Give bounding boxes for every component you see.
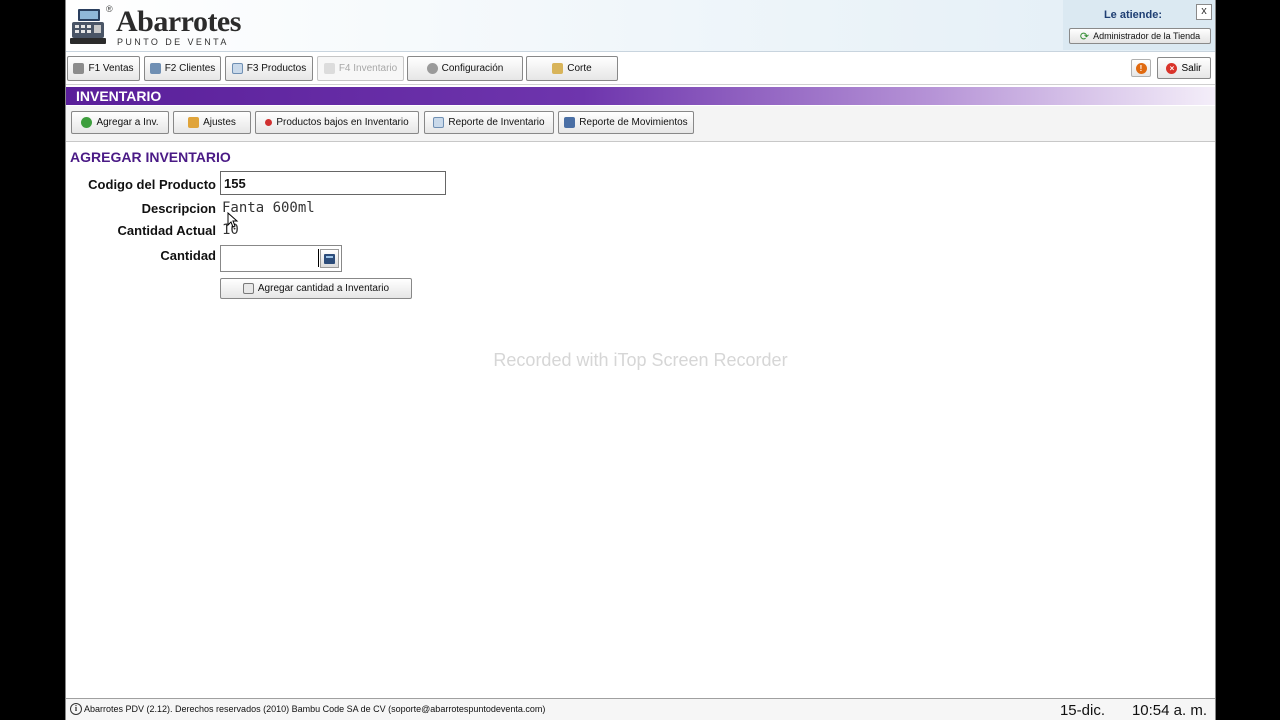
app-window: ® Abarrotes PUNTO DE VENTA Le atiende: x… xyxy=(65,0,1216,720)
sub-toolbar: Agregar a Inv. Ajustes Productos bajos e… xyxy=(66,106,1215,142)
nav-corte-label: Corte xyxy=(567,63,592,74)
low-stock-button[interactable]: Productos bajos en Inventario xyxy=(255,111,419,134)
footer-time: 10:54 a. m. xyxy=(1131,702,1207,719)
main-nav: F1 Ventas F2 Clientes F3 Productos F4 In… xyxy=(66,53,1215,85)
products-icon xyxy=(231,63,243,74)
calculator-icon xyxy=(324,253,335,264)
cut-icon xyxy=(552,63,564,74)
attendant-button[interactable]: ⟳ Administrador de la Tienda xyxy=(1069,28,1211,44)
nav-inventario-label: F4 Inventario xyxy=(338,63,398,74)
nav-ventas-label: F1 Ventas xyxy=(88,63,134,74)
nav-clientes-button[interactable]: F2 Clientes xyxy=(144,56,221,81)
inventory-icon xyxy=(323,63,335,74)
nav-inventario-button[interactable]: F4 Inventario xyxy=(317,56,404,81)
refresh-icon: ⟳ xyxy=(1079,30,1090,43)
movements-report-button[interactable]: Reporte de Movimientos xyxy=(558,111,694,134)
attendant-label: Le atiende: xyxy=(1103,9,1163,21)
description-label: Descripcion xyxy=(141,201,216,216)
nav-productos-label: F3 Productos xyxy=(246,63,307,74)
section-title: INVENTARIO xyxy=(76,88,162,104)
quantity-input[interactable] xyxy=(223,248,319,269)
logo-subtitle: PUNTO DE VENTA xyxy=(117,37,229,47)
low-stock-label: Productos bajos en Inventario xyxy=(276,117,409,128)
header: ® Abarrotes PUNTO DE VENTA Le atiende: x… xyxy=(66,0,1215,52)
registered-mark: ® xyxy=(106,4,113,14)
logout-icon: × xyxy=(1166,62,1178,74)
nav-ventas-button[interactable]: F1 Ventas xyxy=(67,56,140,81)
add-quantity-label: Agregar cantidad a Inventario xyxy=(257,283,390,294)
add-icon xyxy=(81,117,93,128)
add-to-inventory-button[interactable]: Agregar a Inv. xyxy=(71,111,169,134)
inventory-report-label: Reporte de Inventario xyxy=(448,117,545,128)
form-title: AGREGAR INVENTARIO xyxy=(70,149,231,165)
logo-title: Abarrotes xyxy=(116,5,241,38)
nav-configuracion-label: Configuración xyxy=(441,63,504,74)
movements-report-label: Reporte de Movimientos xyxy=(579,117,688,128)
adjustments-label: Ajustes xyxy=(203,117,236,128)
low-stock-icon xyxy=(265,119,273,126)
report-icon xyxy=(433,117,445,128)
quantity-field xyxy=(220,245,342,272)
cash-register-icon xyxy=(70,9,106,44)
recorder-watermark: Recorded with iTop Screen Recorder xyxy=(493,350,788,370)
quantity-label: Cantidad xyxy=(160,248,216,263)
nav-corte-button[interactable]: Corte xyxy=(526,56,618,81)
text-caret xyxy=(318,249,319,267)
close-button[interactable]: x xyxy=(1196,4,1212,20)
alert-button[interactable]: ! xyxy=(1131,59,1151,77)
alert-icon: ! xyxy=(1135,62,1147,74)
add-document-icon xyxy=(242,283,254,294)
book-icon xyxy=(564,117,576,128)
gear-icon xyxy=(426,63,438,74)
inventory-report-button[interactable]: Reporte de Inventario xyxy=(424,111,554,134)
section-bar: INVENTARIO xyxy=(66,87,1215,105)
nav-productos-button[interactable]: F3 Productos xyxy=(225,56,313,81)
cart-icon xyxy=(73,63,85,74)
pencil-icon xyxy=(188,117,200,128)
product-code-input[interactable] xyxy=(220,171,446,195)
mouse-cursor-icon xyxy=(227,212,239,228)
product-code-label: Codigo del Producto xyxy=(88,177,216,192)
footer-date: 15-dic. xyxy=(1059,702,1105,719)
add-quantity-button[interactable]: Agregar cantidad a Inventario xyxy=(220,278,412,299)
calculator-button[interactable] xyxy=(320,249,339,268)
attendant-panel: Le atiende: x ⟳ Administrador de la Tien… xyxy=(1063,0,1215,50)
logout-label: Salir xyxy=(1181,62,1202,74)
status-bar: i Abarrotes PDV (2.12). Derechos reserva… xyxy=(66,698,1215,720)
attendant-name: Administrador de la Tienda xyxy=(1093,31,1201,41)
clients-icon xyxy=(149,63,161,74)
info-icon: i xyxy=(70,703,82,715)
nav-clientes-label: F2 Clientes xyxy=(164,63,216,74)
nav-configuracion-button[interactable]: Configuración xyxy=(407,56,523,81)
adjustments-button[interactable]: Ajustes xyxy=(173,111,251,134)
footer-copyright: Abarrotes PDV (2.12). Derechos reservado… xyxy=(84,704,546,714)
add-to-inventory-label: Agregar a Inv. xyxy=(96,117,159,128)
logout-button[interactable]: × Salir xyxy=(1157,57,1211,79)
current-quantity-label: Cantidad Actual xyxy=(117,223,216,238)
